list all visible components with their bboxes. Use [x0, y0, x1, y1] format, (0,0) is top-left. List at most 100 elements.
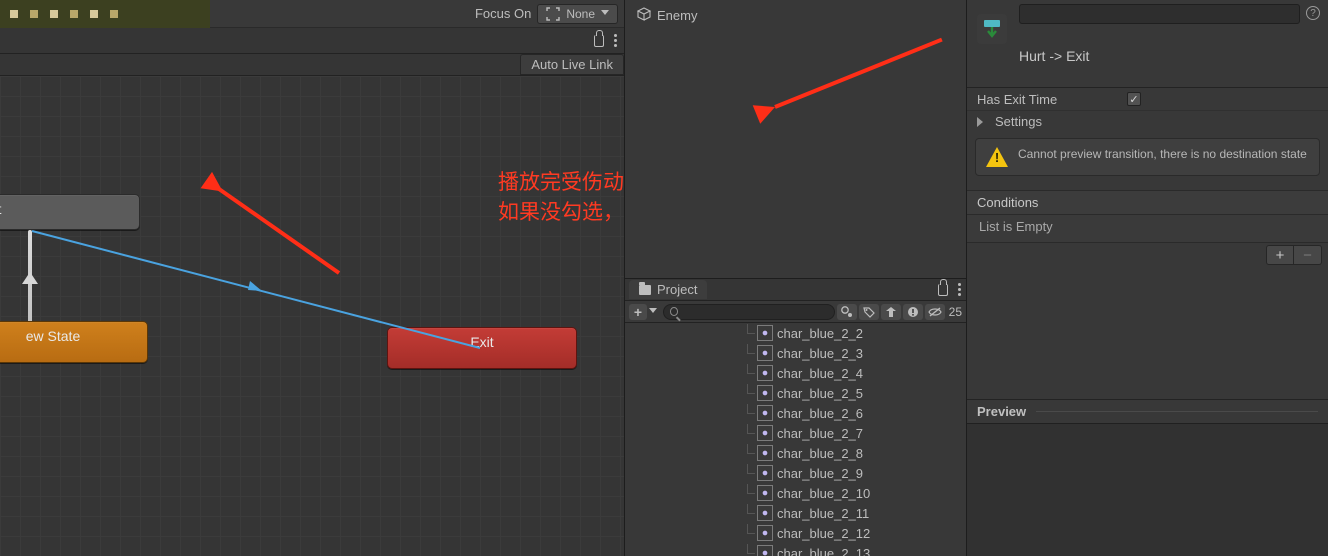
focus-on-label: Focus On	[475, 6, 531, 21]
asset-item[interactable]: char_blue_2_8	[747, 443, 966, 463]
hierarchy-item-label: Enemy	[657, 8, 697, 23]
hierarchy-item-enemy[interactable]: Enemy	[637, 4, 966, 27]
sprite-icon	[757, 425, 773, 441]
foldout-arrow-icon	[977, 117, 983, 127]
lock-icon[interactable]	[594, 35, 604, 47]
project-search-field[interactable]	[682, 306, 827, 318]
asset-item-label: char_blue_2_13	[777, 546, 870, 556]
focus-on-dropdown[interactable]: None	[537, 4, 618, 24]
warning-text: Cannot preview transition, there is no d…	[1018, 147, 1307, 162]
asset-item[interactable]: char_blue_2_7	[747, 423, 966, 443]
asset-item-label: char_blue_2_12	[777, 526, 870, 541]
create-asset-button[interactable]: +	[629, 304, 647, 320]
state-node-exit[interactable]: Exit	[387, 327, 577, 369]
tree-branch-icon	[747, 384, 755, 394]
scene-toolbar: Focus On None	[210, 0, 624, 28]
tree-branch-icon	[747, 524, 755, 534]
state-node-hurt[interactable]: Hurt	[0, 194, 140, 230]
hierarchy-panel[interactable]: Enemy	[625, 0, 966, 278]
sprite-icon	[757, 525, 773, 541]
selected-transition-line	[0, 76, 624, 556]
conditions-header: Conditions	[967, 190, 1328, 215]
remove-condition-button[interactable]: −	[1294, 245, 1322, 265]
asset-item[interactable]: char_blue_2_9	[747, 463, 966, 483]
search-by-type-button[interactable]	[837, 304, 857, 320]
asset-item[interactable]: char_blue_2_4	[747, 363, 966, 383]
has-exit-time-row: Has Exit Time ✓	[967, 88, 1328, 110]
asset-item[interactable]: char_blue_2_2	[747, 323, 966, 343]
animator-graph[interactable]: Hurt ew State Exit 播放完受伤动画后退出， 如果没勾选，不会播…	[0, 76, 624, 556]
tree-branch-icon	[747, 544, 755, 554]
log-button[interactable]	[903, 304, 923, 320]
add-condition-button[interactable]: +	[1266, 245, 1294, 265]
asset-item-label: char_blue_2_10	[777, 486, 870, 501]
tree-branch-icon	[747, 404, 755, 414]
conditions-list-footer: + −	[967, 243, 1328, 267]
save-search-button[interactable]	[881, 304, 901, 320]
inspector-header: ? Hurt -> Exit	[967, 0, 1328, 88]
asset-item[interactable]: char_blue_2_5	[747, 383, 966, 403]
lock-icon[interactable]	[938, 284, 948, 296]
inspector-panel: ? Hurt -> Exit Has Exit Time ✓ Settings …	[966, 0, 1328, 556]
project-toolbar: +	[625, 301, 966, 323]
asset-item[interactable]: char_blue_2_11	[747, 503, 966, 523]
asset-item-label: char_blue_2_9	[777, 466, 863, 481]
sprite-icon	[757, 365, 773, 381]
asset-item[interactable]: char_blue_2_3	[747, 343, 966, 363]
sprite-icon	[757, 445, 773, 461]
asset-item-label: char_blue_2_2	[777, 326, 863, 341]
asset-item-label: char_blue_2_11	[777, 506, 869, 521]
asset-item-label: char_blue_2_7	[777, 426, 863, 441]
annotation-arrow-right	[774, 38, 942, 109]
warning-box: Cannot preview transition, there is no d…	[975, 138, 1320, 176]
annotation-text: 播放完受伤动画后退出， 如果没勾选，不会播放受伤动画	[498, 168, 624, 228]
sprite-icon	[757, 385, 773, 401]
project-search-input[interactable]	[663, 304, 835, 320]
auto-live-link-button[interactable]: Auto Live Link	[520, 54, 624, 75]
scene-preview-strip	[0, 0, 210, 28]
conditions-empty-row: List is Empty	[967, 215, 1328, 243]
gameobject-icon	[637, 7, 651, 24]
project-tab-bar: Project	[625, 279, 966, 301]
search-by-label-button[interactable]	[859, 304, 879, 320]
asset-item[interactable]: char_blue_2_12	[747, 523, 966, 543]
preview-label: Preview	[977, 404, 1026, 419]
settings-row[interactable]: Settings	[967, 110, 1328, 132]
sprite-icon	[757, 505, 773, 521]
kebab-menu-icon[interactable]	[614, 34, 618, 47]
annotation-arrow-left	[207, 180, 340, 275]
hidden-count: 25	[947, 305, 962, 319]
animator-subheader: Auto Live Link	[0, 54, 624, 76]
preview-header[interactable]: Preview	[967, 399, 1328, 423]
asset-item[interactable]: char_blue_2_13	[747, 543, 966, 556]
folder-icon	[639, 285, 651, 295]
help-icon[interactable]: ?	[1306, 6, 1320, 20]
sprite-icon	[757, 545, 773, 556]
middle-column: Enemy Project +	[624, 0, 966, 556]
project-tab[interactable]: Project	[629, 280, 707, 299]
tree-branch-icon	[747, 344, 755, 354]
focus-value: None	[566, 7, 595, 21]
asset-item[interactable]: char_blue_2_10	[747, 483, 966, 503]
transition-arrow-icon	[22, 272, 38, 284]
asset-item-label: char_blue_2_4	[777, 366, 863, 381]
project-panel: Project +	[625, 278, 966, 556]
preview-area	[967, 423, 1328, 556]
frame-icon	[546, 7, 560, 21]
tree-branch-icon	[747, 444, 755, 454]
asset-item-label: char_blue_2_5	[777, 386, 863, 401]
project-asset-list[interactable]: char_blue_2_2 char_blue_2_3 char_blue_2_4c…	[625, 323, 966, 556]
asset-item[interactable]: char_blue_2_6	[747, 403, 966, 423]
transition-icon	[977, 14, 1007, 44]
project-tab-label: Project	[657, 282, 697, 297]
sprite-icon	[757, 485, 773, 501]
state-node-newstate[interactable]: ew State	[0, 321, 148, 363]
transition-name-field[interactable]	[1019, 4, 1300, 24]
kebab-menu-icon[interactable]	[958, 283, 962, 296]
chevron-down-icon	[601, 10, 609, 17]
sprite-icon	[757, 345, 773, 361]
chevron-down-icon[interactable]	[649, 308, 657, 315]
has-exit-time-checkbox[interactable]: ✓	[1127, 92, 1141, 106]
hidden-toggle-button[interactable]	[925, 304, 945, 320]
tree-branch-icon	[747, 464, 755, 474]
